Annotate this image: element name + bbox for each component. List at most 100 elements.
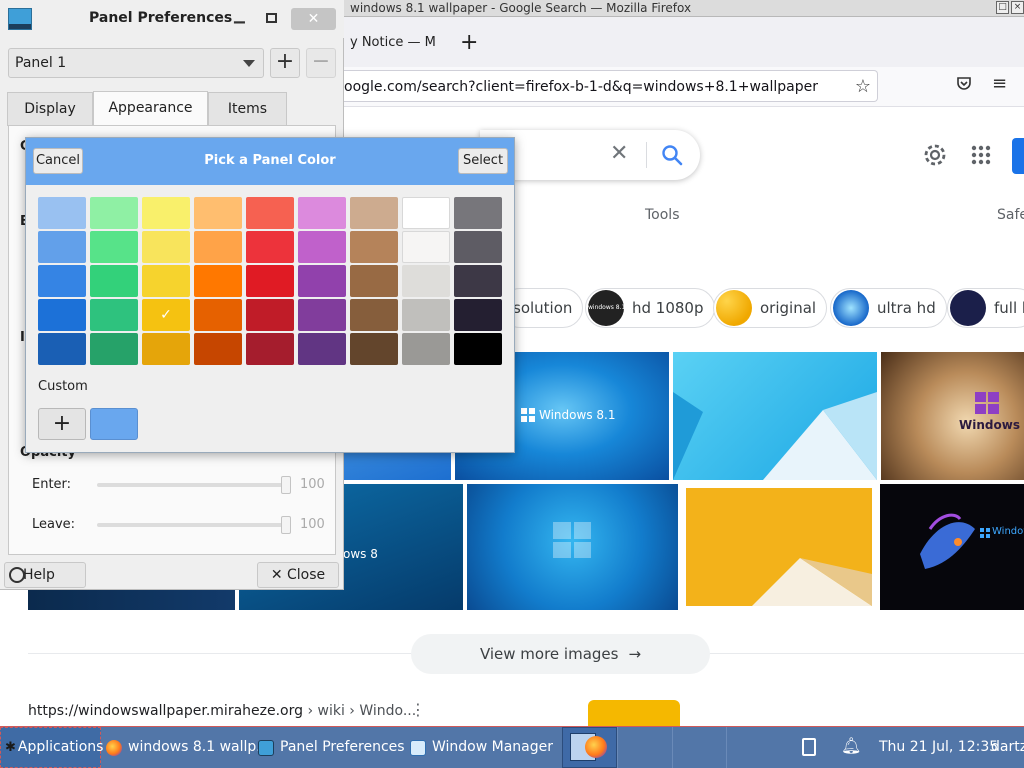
tools-tab[interactable]: Tools	[645, 207, 680, 223]
task-firefox[interactable]: windows 8.1 wallp...	[106, 727, 270, 768]
more-options-icon[interactable]: ⋮	[410, 700, 426, 719]
color-swatch[interactable]	[454, 197, 502, 229]
color-swatch[interactable]	[90, 265, 138, 297]
color-swatch[interactable]	[142, 197, 190, 229]
image-result[interactable]: Windows 8.1	[881, 352, 1024, 480]
workspace-pager[interactable]	[562, 727, 780, 768]
clipboard-icon[interactable]	[802, 738, 816, 756]
color-swatch[interactable]	[298, 265, 346, 297]
add-custom-color-button[interactable]: +	[38, 408, 86, 440]
color-swatch[interactable]	[402, 333, 450, 365]
color-swatch[interactable]	[402, 265, 450, 297]
color-swatch[interactable]	[194, 333, 242, 365]
color-swatch[interactable]	[246, 333, 294, 365]
remove-panel-button[interactable]: −	[306, 48, 336, 78]
select-button[interactable]: Select	[458, 148, 508, 174]
color-swatch[interactable]	[194, 299, 242, 331]
color-swatch[interactable]	[246, 299, 294, 331]
safesearch-tab[interactable]: Safe	[997, 207, 1024, 223]
color-swatch[interactable]	[90, 299, 138, 331]
color-swatch[interactable]	[142, 265, 190, 297]
add-panel-button[interactable]: +	[270, 48, 300, 78]
color-swatch[interactable]	[194, 265, 242, 297]
color-swatch[interactable]	[298, 333, 346, 365]
google-apps-icon[interactable]	[970, 144, 992, 166]
close-window-button[interactable]: ✕	[291, 8, 336, 30]
custom-color-swatch[interactable]	[90, 408, 138, 440]
color-swatch[interactable]	[38, 265, 86, 297]
search-icon[interactable]	[660, 143, 684, 167]
color-swatch[interactable]	[194, 197, 242, 229]
color-swatch[interactable]	[350, 231, 398, 263]
settings-gear-icon[interactable]	[922, 142, 948, 168]
task-window-manager[interactable]: Window Manager	[410, 727, 553, 768]
color-swatch[interactable]	[454, 265, 502, 297]
color-swatch[interactable]	[298, 197, 346, 229]
color-swatch[interactable]: ✓	[142, 299, 190, 331]
image-result[interactable]	[682, 484, 876, 610]
color-swatch[interactable]	[350, 197, 398, 229]
color-swatch[interactable]	[454, 299, 502, 331]
hamburger-menu-icon[interactable]: ≡	[992, 73, 1007, 94]
image-result[interactable]	[673, 352, 877, 480]
color-swatch[interactable]	[402, 231, 450, 263]
color-swatch[interactable]	[454, 231, 502, 263]
chip-full-hd[interactable]: full h	[947, 288, 1024, 328]
color-swatch[interactable]	[38, 231, 86, 263]
firefox-close-button[interactable]: ×	[1011, 1, 1024, 14]
color-swatch[interactable]	[246, 265, 294, 297]
workspace-4[interactable]	[725, 727, 780, 768]
chip-hd-1080p[interactable]: windows 8.1 hd 1080p	[585, 288, 715, 328]
url-bar[interactable]: oogle.com/search?client=firefox-b-1-d&q=…	[344, 70, 878, 102]
color-swatch[interactable]	[38, 333, 86, 365]
view-more-images-button[interactable]: View more images →	[411, 634, 710, 674]
color-swatch[interactable]	[90, 197, 138, 229]
bookmark-star-icon[interactable]: ☆	[855, 76, 871, 97]
color-swatch[interactable]	[246, 197, 294, 229]
help-button[interactable]: Help	[4, 562, 86, 588]
url-text[interactable]: oogle.com/search?client=firefox-b-1-d&q=…	[344, 79, 818, 95]
workspace-1[interactable]	[562, 727, 618, 768]
leave-opacity-slider[interactable]	[97, 516, 291, 534]
slider-handle[interactable]	[281, 516, 291, 534]
chip-ultra-hd[interactable]: ultra hd	[830, 288, 947, 328]
user-name[interactable]: dartz	[991, 739, 1024, 755]
color-swatch[interactable]	[142, 333, 190, 365]
color-swatch[interactable]	[402, 197, 450, 229]
close-button[interactable]: ✕ Close	[257, 562, 339, 588]
tab-appearance[interactable]: Appearance	[93, 91, 208, 127]
clear-search-icon[interactable]: ✕	[610, 141, 628, 166]
color-swatch[interactable]	[90, 333, 138, 365]
applications-menu-button[interactable]: ✱ Applications	[0, 727, 103, 768]
chip-original[interactable]: original	[713, 288, 828, 328]
color-swatch[interactable]	[350, 265, 398, 297]
color-swatch[interactable]	[298, 231, 346, 263]
color-swatch[interactable]	[38, 299, 86, 331]
result-url[interactable]: https://windowswallpaper.miraheze.org › …	[28, 703, 416, 719]
task-panel-preferences[interactable]: Panel Preferences	[258, 727, 405, 768]
color-swatch[interactable]	[350, 333, 398, 365]
enter-opacity-slider[interactable]	[97, 476, 291, 494]
image-result[interactable]: Windows 8	[880, 484, 1024, 610]
notification-bell-icon[interactable]: 🔔︎	[841, 736, 861, 755]
pocket-icon[interactable]	[956, 75, 972, 95]
sign-in-button[interactable]	[1012, 138, 1024, 174]
clock[interactable]: Thu 21 Jul, 12:35	[879, 739, 998, 755]
color-swatch[interactable]	[402, 299, 450, 331]
minimize-icon[interactable]: ▁	[234, 8, 245, 24]
workspace-2[interactable]	[617, 727, 671, 768]
maximize-icon[interactable]	[266, 13, 277, 23]
image-result[interactable]	[28, 588, 235, 610]
workspace-3[interactable]	[671, 727, 726, 768]
result-thumbnail[interactable]	[588, 700, 680, 728]
slider-handle[interactable]	[281, 476, 291, 494]
color-swatch[interactable]	[350, 299, 398, 331]
color-swatch[interactable]	[142, 231, 190, 263]
panel-dropdown[interactable]: Panel 1	[8, 48, 264, 78]
new-tab-button[interactable]: +	[460, 31, 478, 55]
color-swatch[interactable]	[298, 299, 346, 331]
panel-preferences-titlebar[interactable]: Panel Preferences ▁ ✕	[0, 0, 344, 38]
color-swatch[interactable]	[246, 231, 294, 263]
cancel-button[interactable]: Cancel	[33, 148, 83, 174]
firefox-tab[interactable]: y Notice — M	[344, 27, 444, 61]
